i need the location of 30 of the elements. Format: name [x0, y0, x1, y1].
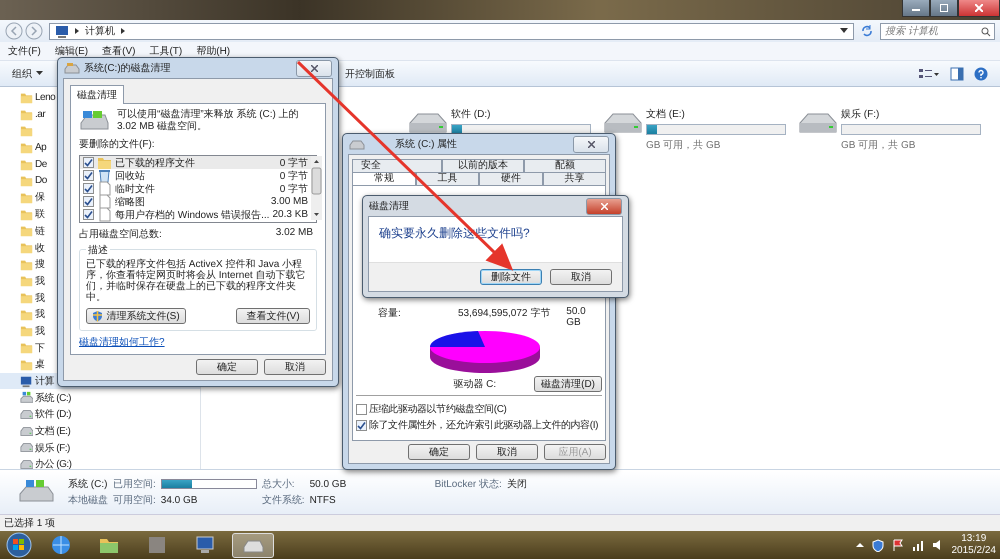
dialog-title: 系统(C:)的磁盘清理 [84, 62, 171, 75]
field-label: 已用空间: [113, 478, 156, 491]
drive-type: 本地磁盘 [68, 494, 108, 507]
drive-name: 娱乐 (F:) [841, 108, 880, 121]
status-text: 已选择 1 项 [4, 516, 56, 530]
field-label: 文件系统: [262, 494, 305, 507]
drive-name: 文档 (E:) [646, 108, 686, 121]
drive-name: 系统 (C:) [68, 478, 108, 491]
intro-text: 可以使用“磁盘清理”来释放 系统 (C:) 上的 3.02 MB 磁盘空间。 [117, 109, 300, 133]
field-value: 关闭 [506, 478, 527, 491]
field-label: 容量: [378, 306, 402, 321]
field-value: 3.02 MB [276, 227, 313, 240]
field-label: BitLocker 状态: [434, 478, 502, 491]
drive-name: 软件 (D:) [451, 108, 492, 121]
dialog-title: 系统 (C:) 属性 [395, 138, 458, 151]
drive-label: 驱动器 C: [453, 378, 496, 391]
description-text: 已下载的程序文件包括 ActiveX 控件和 Java 小程序，你查看特定网页时将会从 Internet 自动下载它们，并临时保存在硬盘上的已下载的程序文件夹中。 [86, 259, 306, 305]
field-value: 50.0 GB [565, 306, 587, 328]
field-value: 34.0 GB [160, 494, 198, 506]
free-space-text: GB 可用，共 GB [841, 138, 916, 152]
field-value: 53,694,595,072 字节 [456, 306, 550, 321]
field-label: 占用磁盘空间总数: [79, 228, 162, 241]
group-title: 描述 [86, 243, 110, 257]
field-label: 可用空间: [113, 494, 156, 507]
list-label: 要删除的文件(F): [79, 138, 156, 151]
field-value: NTFS [310, 494, 337, 506]
free-space-text: GB 可用，共 GB [646, 138, 722, 152]
dialog-title: 磁盘清理 [369, 200, 409, 213]
field-label: 总大小: [262, 478, 296, 491]
field-value: 50.0 GB [310, 478, 348, 490]
